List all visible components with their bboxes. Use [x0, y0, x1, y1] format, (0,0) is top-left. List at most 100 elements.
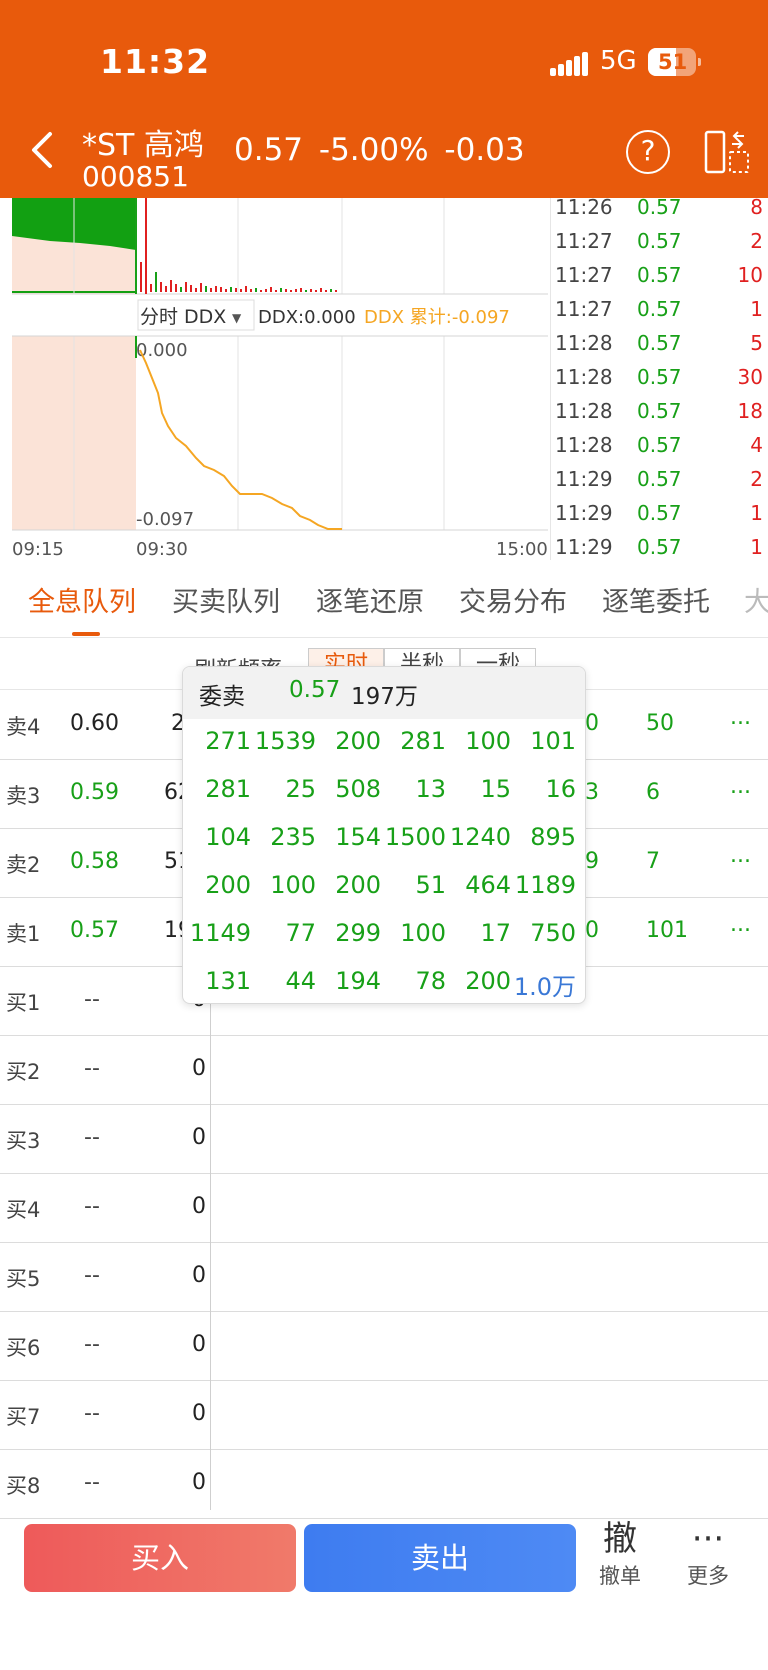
queue-cell: 3 — [585, 780, 599, 805]
buy-button[interactable]: 买入 — [24, 1524, 296, 1592]
cancel-order-button[interactable]: 撤 撤单 — [580, 1518, 660, 1590]
ddx-cumulative-label: DDX 累计:-0.097 — [364, 307, 510, 328]
switch-layout-icon[interactable] — [704, 130, 750, 174]
popup-order-cell: 15 — [480, 775, 511, 803]
popup-order-cell: 100 — [465, 727, 511, 755]
level-label: 买4 — [6, 1198, 41, 1222]
buy-level-row[interactable]: 买8 -- 0 — [0, 1450, 768, 1519]
more-button[interactable]: ··· 更多 — [668, 1518, 748, 1590]
volume-bar — [275, 290, 277, 292]
popup-order-cell: 13 — [415, 775, 446, 803]
tick-row: 11:27 0.57 1 — [551, 292, 768, 326]
tick-vol: 2 — [750, 467, 763, 491]
volume-bar — [260, 290, 262, 292]
tick-time: 11:27 — [555, 229, 613, 253]
more-icon: ··· — [691, 1519, 725, 1559]
level-volume: 0 — [192, 1125, 206, 1150]
buy-level-row[interactable]: 买4 -- 0 — [0, 1174, 768, 1243]
ddx-axis-bottom: -0.097 — [136, 509, 194, 530]
queue-more-icon[interactable]: ... — [730, 774, 751, 799]
popup-order-cell: 44 — [285, 967, 316, 995]
quote-summary: 0.57 -5.00% -0.03 — [234, 132, 525, 168]
help-icon[interactable]: ? — [626, 130, 670, 174]
level-price: -- — [84, 987, 100, 1012]
popup-order-cell: 895 — [530, 823, 576, 851]
time-axis-end: 15:00 — [496, 539, 548, 560]
tab-order-by-order[interactable]: 逐笔委托 — [602, 580, 710, 619]
level-price: -- — [84, 1056, 100, 1081]
volume-bar — [170, 280, 172, 292]
tick-price: 0.57 — [637, 263, 682, 287]
popup-order-cell: 131 — [205, 967, 251, 995]
buy-level-row[interactable]: 买2 -- 0 — [0, 1036, 768, 1105]
quote-change-pct: -5.00% — [318, 132, 429, 168]
battery-level: 51 — [658, 50, 688, 74]
popup-order-cell: 281 — [400, 727, 446, 755]
buy-level-row[interactable]: 买7 -- 0 — [0, 1381, 768, 1450]
queue-more-icon[interactable]: ... — [730, 843, 751, 868]
volume-bar — [195, 288, 197, 292]
ddx-value-label: DDX:0.000 — [258, 307, 356, 328]
popup-order-cell: 25 — [285, 775, 316, 803]
volume-bar — [270, 287, 272, 292]
popup-order-cell: 200 — [465, 967, 511, 995]
queue-more-icon[interactable]: ... — [730, 705, 751, 730]
tick-price: 0.57 — [637, 331, 682, 355]
tab-large[interactable]: 大 — [744, 580, 768, 619]
tick-price: 0.57 — [637, 229, 682, 253]
buy-level-row[interactable]: 买5 -- 0 — [0, 1243, 768, 1312]
time-axis-open: 09:30 — [136, 539, 188, 560]
book-divider — [210, 966, 211, 1510]
popup-header: 委卖 0.57 197万 — [183, 667, 585, 719]
signal-icon — [550, 52, 588, 76]
volume-bar — [320, 288, 322, 292]
tick-price: 0.57 — [637, 399, 682, 423]
queue-more-icon[interactable]: ... — [730, 912, 751, 937]
level-volume: 0 — [192, 1470, 206, 1495]
volume-bar — [220, 287, 222, 292]
tick-price: 0.57 — [637, 297, 682, 321]
buy-level-row[interactable]: 买3 -- 0 — [0, 1105, 768, 1174]
status-time: 11:32 — [100, 42, 211, 81]
level-price: -- — [84, 1470, 100, 1495]
time-axis-start: 09:15 — [12, 539, 64, 560]
intraday-chart[interactable]: 分时 DDX ▼ DDX:0.000 DDX 累计:-0.097 0.000 -… — [0, 198, 550, 560]
level-price: 0.57 — [70, 918, 119, 943]
volume-bar — [310, 289, 312, 292]
tick-list[interactable]: 11:26 0.57 8 11:27 0.57 2 11:27 0.57 10 11:27 0.57… — [550, 198, 768, 560]
tab-full-queue[interactable]: 全息队列 — [28, 580, 136, 619]
sell-button[interactable]: 卖出 — [304, 1524, 576, 1592]
popup-order-cell: 51 — [415, 871, 446, 899]
buy-level-row[interactable]: 买6 -- 0 — [0, 1312, 768, 1381]
tick-row: 11:26 0.57 8 — [551, 198, 768, 224]
popup-order-cell: 101 — [530, 727, 576, 755]
tick-row: 11:28 0.57 5 — [551, 326, 768, 360]
indicator-selector: 分时 DDX — [140, 306, 226, 328]
volume-bar — [300, 288, 302, 292]
stock-name: *ST 高鸿 — [82, 128, 204, 163]
tab-bid-ask-queue[interactable]: 买卖队列 — [172, 580, 280, 619]
volume-bar — [235, 288, 237, 292]
tab-bar: 全息队列 买卖队列 逐笔还原 交易分布 逐笔委托 大 — [0, 572, 768, 638]
active-tab-indicator — [72, 632, 100, 636]
level-price: -- — [84, 1401, 100, 1426]
sell-queue-popup[interactable]: 委卖 0.57 197万 271 1539 200 281 100 101 281 25 508… — [182, 666, 586, 1004]
level-price: -- — [84, 1194, 100, 1219]
level-price: -- — [84, 1263, 100, 1288]
tick-vol: 4 — [750, 433, 763, 457]
tab-tick-restore[interactable]: 逐笔还原 — [316, 580, 424, 619]
tick-row: 11:28 0.57 4 — [551, 428, 768, 462]
tick-time: 11:28 — [555, 331, 613, 355]
level-volume: 0 — [192, 1194, 206, 1219]
tab-trade-distribution[interactable]: 交易分布 — [459, 580, 567, 619]
volume-bar — [330, 289, 332, 292]
tick-price: 0.57 — [637, 433, 682, 457]
volume-bar — [190, 285, 192, 292]
popup-order-cell: 200 — [335, 727, 381, 755]
cancel-label: 撤单 — [599, 1564, 641, 1588]
volume-bar — [250, 289, 252, 292]
popup-order-cell: 1.0万 — [513, 973, 576, 1001]
back-arrow-icon[interactable] — [26, 128, 62, 172]
popup-title: 委卖 — [199, 684, 245, 710]
volume-bar — [185, 282, 187, 292]
